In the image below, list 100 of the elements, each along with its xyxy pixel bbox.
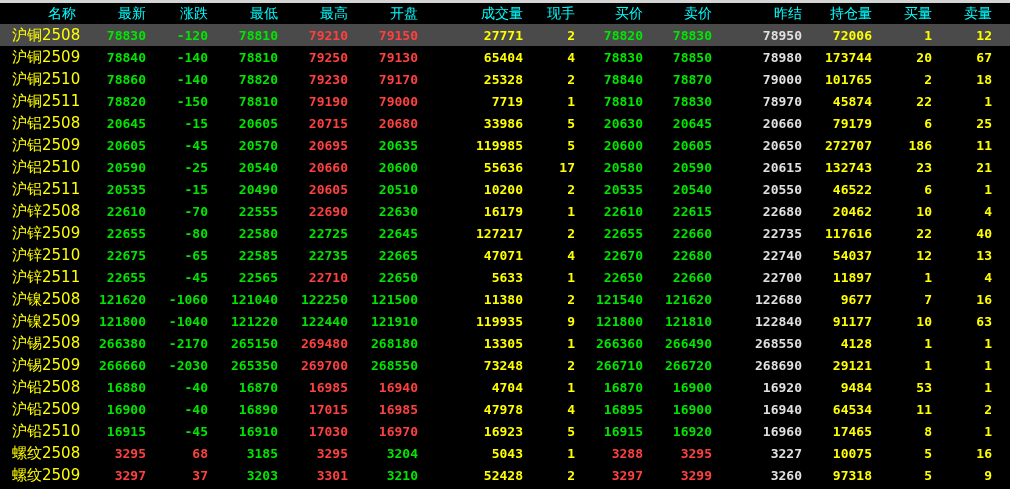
table-cell-text: -1040 <box>167 313 208 329</box>
table-row[interactable]: 沪铝2509 20605 -45 20570 20695 20635 119985 5 20600 20605 20650 272707 186 11 <box>0 134 1010 156</box>
table-cell-text: 20590 <box>105 159 146 175</box>
table-cell-text: 22675 <box>105 247 146 263</box>
column-header[interactable]: 成交量 <box>418 4 523 23</box>
table-cell-text: 78810 <box>237 93 278 109</box>
table-cell-text: 121540 <box>595 291 643 307</box>
table-row[interactable]: 沪锌2510 22675 -65 22585 22735 22665 47071 4 22670 22680 22740 54037 12 13 <box>0 244 1010 266</box>
table-cell-text: 3227 <box>769 445 802 461</box>
table-row[interactable]: 沪锌2508 22610 -70 22555 22690 22630 16179 1 22610 22615 22680 20462 10 4 <box>0 200 1010 222</box>
table-cell-text: 269700 <box>300 357 348 373</box>
table-cell-text: 78830 <box>602 49 643 65</box>
column-header[interactable]: 持仓量 <box>802 4 872 23</box>
table-cell-text: 22580 <box>237 225 278 241</box>
table-row[interactable]: 沪镍2509 121800 -1040 121220 122440 121910 119935 9 121800 121810 122840 91177 10 63 <box>0 310 1010 332</box>
contract-name: 沪铜2511 <box>11 91 82 111</box>
table-cell-text: 13 <box>975 247 992 263</box>
table-cell-text: -120 <box>175 27 208 43</box>
table-cell-text: 22735 <box>307 247 348 263</box>
table-cell-text: 22680 <box>761 203 802 219</box>
contract-name: 沪锌2510 <box>11 245 82 265</box>
table-cell-text: 1 <box>566 335 575 351</box>
table-cell-text: 1 <box>566 203 575 219</box>
table-cell-text: 11897 <box>831 269 872 285</box>
table-row[interactable]: 沪镍2508 121620 -1060 121040 122250 121500 11380 2 121540 121620 122680 9677 7 16 <box>0 288 1010 310</box>
table-cell-text: 20645 <box>671 115 712 131</box>
table-cell-text: 20635 <box>377 137 418 153</box>
table-cell-text: 68 <box>191 445 208 461</box>
table-cell-text: 3301 <box>315 467 348 483</box>
contract-name: 螺纹2508 <box>11 443 82 463</box>
table-cell-text: 47978 <box>482 401 523 417</box>
column-header[interactable]: 买量 <box>872 4 932 23</box>
table-cell-text: 20605 <box>105 137 146 153</box>
table-row[interactable]: 沪铝2511 20535 -15 20490 20605 20510 10200 2 20535 20540 20550 46522 6 1 <box>0 178 1010 200</box>
table-cell-text: 1 <box>566 93 575 109</box>
column-header[interactable]: 涨跌 <box>146 4 208 23</box>
table-row[interactable]: 沪铅2510 16915 -45 16910 17030 16970 16923 5 16915 16920 16960 17465 8 1 <box>0 420 1010 442</box>
table-row[interactable]: 沪锡2509 266660 -2030 265350 269700 268550 73248 2 266710 266720 268690 29121 1 1 <box>0 354 1010 376</box>
table-cell-text: 27771 <box>482 27 523 43</box>
table-cell-text: 122680 <box>754 291 802 307</box>
table-cell-text: 4128 <box>839 335 872 351</box>
table-cell-text: 117616 <box>824 225 872 241</box>
column-header[interactable]: 名称 <box>0 4 90 23</box>
column-header[interactable]: 现手 <box>523 4 575 23</box>
table-row[interactable]: 沪锌2511 22655 -45 22565 22710 22650 5633 1 22650 22660 22700 11897 1 4 <box>0 266 1010 288</box>
table-row[interactable]: 沪锌2509 22655 -80 22580 22725 22645 127217 2 22655 22660 22735 117616 22 40 <box>0 222 1010 244</box>
column-header[interactable]: 买价 <box>575 4 643 23</box>
table-cell-text: 9 <box>566 313 575 329</box>
table-cell-text: 122840 <box>754 313 802 329</box>
table-cell-text: 5043 <box>490 445 523 461</box>
table-row[interactable]: 沪铅2508 16880 -40 16870 16985 16940 4704 1 16870 16900 16920 9484 53 1 <box>0 376 1010 398</box>
table-cell-text: 1 <box>923 335 932 351</box>
table-cell-text: 20630 <box>602 115 643 131</box>
table-cell-text: 101765 <box>824 71 872 87</box>
contract-name: 沪铅2508 <box>11 377 82 397</box>
column-header[interactable]: 昨结 <box>712 4 802 23</box>
table-cell-text: 78870 <box>671 71 712 87</box>
table-cell-text: 45874 <box>831 93 872 109</box>
table-row[interactable]: 沪铝2510 20590 -25 20540 20660 20600 55636 17 20580 20590 20615 132743 23 21 <box>0 156 1010 178</box>
table-cell-text: 1 <box>566 269 575 285</box>
table-row[interactable]: 螺纹2509 3297 37 3203 3301 3210 52428 2 3297 3299 3260 97318 5 9 <box>0 464 1010 486</box>
table-cell-text: -15 <box>183 115 208 131</box>
column-header[interactable]: 最低 <box>208 4 278 23</box>
contract-name: 沪镍2509 <box>11 311 82 331</box>
contract-name: 沪铝2508 <box>11 113 82 133</box>
column-header[interactable]: 卖量 <box>932 4 992 23</box>
table-cell-text: 16915 <box>602 423 643 439</box>
table-cell-text: 12 <box>975 27 992 43</box>
table-cell-text: 11 <box>975 137 992 153</box>
table-cell-text: 91177 <box>831 313 872 329</box>
column-header[interactable]: 最高 <box>278 4 348 23</box>
column-header[interactable]: 卖价 <box>643 4 712 23</box>
table-cell-text: 2 <box>983 401 992 417</box>
table-cell-text: 121620 <box>98 291 146 307</box>
table-cell-text: 16923 <box>482 423 523 439</box>
column-header[interactable]: 最新 <box>90 4 146 23</box>
table-cell-text: 121620 <box>664 291 712 307</box>
table-cell-text: 22655 <box>105 225 146 241</box>
column-header[interactable]: 开盘 <box>348 4 418 23</box>
table-row[interactable]: 沪铝2508 20645 -15 20605 20715 20680 33986 5 20630 20645 20660 79179 6 25 <box>0 112 1010 134</box>
table-row[interactable]: 沪锡2508 266380 -2170 265150 269480 268180 13305 1 266360 266490 268550 4128 1 1 <box>0 332 1010 354</box>
contract-name: 螺纹2509 <box>11 465 82 485</box>
table-cell-text: 2 <box>566 467 575 483</box>
table-cell-text: 186 <box>907 137 932 153</box>
table-cell-text: 65404 <box>482 49 523 65</box>
table-cell-text: 22690 <box>307 203 348 219</box>
table-cell-text: 22585 <box>237 247 278 263</box>
table-row[interactable]: 螺纹2508 3295 68 3185 3295 3204 5043 1 3288 3295 3227 10075 5 16 <box>0 442 1010 464</box>
table-cell-text: 4 <box>983 269 992 285</box>
table-row[interactable]: 沪铜2511 78820 -150 78810 79190 79000 7719 1 78810 78830 78970 45874 22 1 <box>0 90 1010 112</box>
table-cell-text: 121800 <box>98 313 146 329</box>
table-row[interactable]: 沪铜2508 78830 -120 78810 79210 79150 27771 2 78820 78830 78950 72006 1 12 <box>0 24 1010 46</box>
table-cell-text: 266660 <box>98 357 146 373</box>
table-cell-text: 20645 <box>105 115 146 131</box>
table-cell-text: -45 <box>183 423 208 439</box>
table-cell-text: 22630 <box>377 203 418 219</box>
table-row[interactable]: 沪铅2509 16900 -40 16890 17015 16985 47978 4 16895 16900 16940 64534 11 2 <box>0 398 1010 420</box>
table-row[interactable]: 沪铜2509 78840 -140 78810 79250 79130 65404 4 78830 78850 78980 173744 20 67 <box>0 46 1010 68</box>
table-row[interactable]: 沪铜2510 78860 -140 78820 79230 79170 25328 2 78840 78870 79000 101765 2 18 <box>0 68 1010 90</box>
table-cell-text: 7 <box>923 291 932 307</box>
